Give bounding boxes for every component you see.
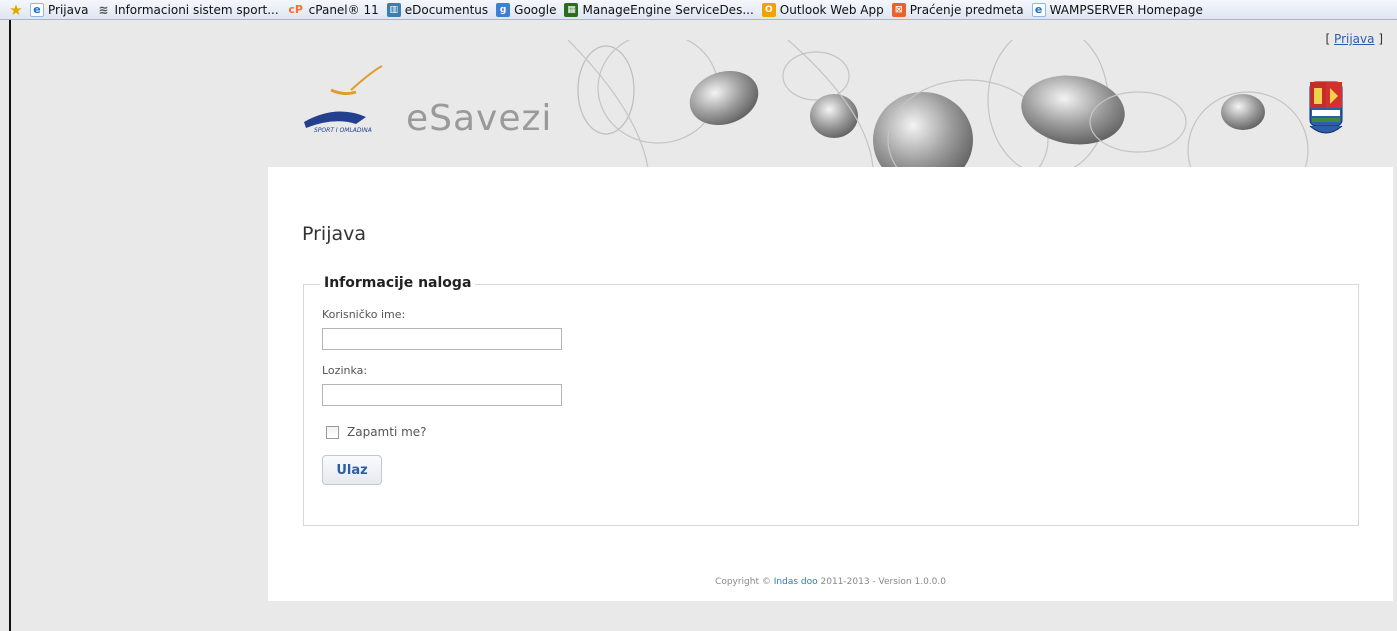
- page-title: Prijava: [302, 223, 367, 245]
- edocumentus-icon: ▥: [386, 2, 401, 17]
- favorite-label: cPanel® 11: [308, 2, 379, 17]
- favorite-edocumentus[interactable]: ▥ eDocumentus: [386, 2, 489, 17]
- copyright-prefix: Copyright ©: [715, 577, 771, 587]
- ie-icon: e: [1031, 2, 1046, 17]
- favorite-pracenje[interactable]: ⊠ Praćenje predmeta: [891, 2, 1024, 17]
- favorite-label: eDocumentus: [404, 2, 489, 17]
- sport-logo: SPORT I OMLADINA: [296, 62, 396, 146]
- favorite-prijava[interactable]: e Prijava: [30, 2, 89, 17]
- svg-text:SPORT I OMLADINA: SPORT I OMLADINA: [314, 127, 372, 134]
- copyright-suffix: 2011-2013 - Version 1.0.0.0: [820, 577, 946, 587]
- favorite-google[interactable]: g Google: [496, 2, 557, 17]
- favorite-label: Praćenje predmeta: [909, 2, 1024, 17]
- favorites-star-icon[interactable]: ★: [8, 1, 24, 19]
- favorite-label: Outlook Web App: [779, 2, 884, 17]
- account-info-fieldset: Informacije naloga Korisničko ime: Lozin…: [303, 275, 1359, 526]
- company-link[interactable]: Indas doo: [774, 577, 818, 587]
- fieldset-legend: Informacije naloga: [320, 275, 476, 291]
- favorite-label: Prijava: [48, 2, 89, 17]
- cpanel-icon: cP: [288, 3, 303, 16]
- main-content: Prijava Informacije naloga Korisničko im…: [268, 167, 1393, 601]
- password-input[interactable]: [322, 384, 562, 406]
- pracenje-icon: ⊠: [891, 2, 906, 17]
- brand-title: eSavezi: [406, 98, 553, 139]
- ie-icon: e: [30, 2, 44, 17]
- favorite-outlook[interactable]: O Outlook Web App: [761, 2, 884, 17]
- favorite-label: Google: [514, 2, 557, 17]
- favorite-informacioni-sistem[interactable]: ≋ Informacioni sistem sport...: [96, 3, 278, 17]
- favorite-label: WAMPSERVER Homepage: [1049, 2, 1203, 17]
- remember-me-label: Zapamti me?: [347, 425, 427, 439]
- favorite-label: ManageEngine ServiceDes...: [582, 2, 754, 17]
- coat-of-arms-icon: [1306, 80, 1346, 146]
- footer-copyright: Copyright © Indas doo 2011-2013 - Versio…: [268, 577, 1393, 587]
- username-label: Korisničko ime:: [322, 308, 406, 321]
- google-icon: g: [496, 2, 511, 17]
- favorite-cpanel[interactable]: cP cPanel® 11: [287, 2, 379, 17]
- favorite-wampserver[interactable]: e WAMPSERVER Homepage: [1031, 2, 1203, 17]
- site-header: SPORT I OMLADINA eSavezi: [268, 40, 1393, 168]
- password-label: Lozinka:: [322, 364, 368, 377]
- login-submit-button[interactable]: Ulaz: [322, 455, 382, 485]
- username-input[interactable]: [322, 328, 562, 350]
- favorite-manageengine[interactable]: ▦ ManageEngine ServiceDes...: [564, 2, 754, 17]
- manageengine-icon: ▦: [564, 2, 579, 17]
- favorite-label: Informacioni sistem sport...: [114, 2, 279, 17]
- remember-me-row[interactable]: Zapamti me?: [326, 425, 427, 439]
- favorites-bar: ★ e Prijava ≋ Informacioni sistem sport.…: [0, 0, 1397, 20]
- remember-me-checkbox[interactable]: [326, 425, 339, 439]
- outlook-icon: O: [761, 2, 776, 17]
- sport-icon: ≋: [98, 2, 109, 17]
